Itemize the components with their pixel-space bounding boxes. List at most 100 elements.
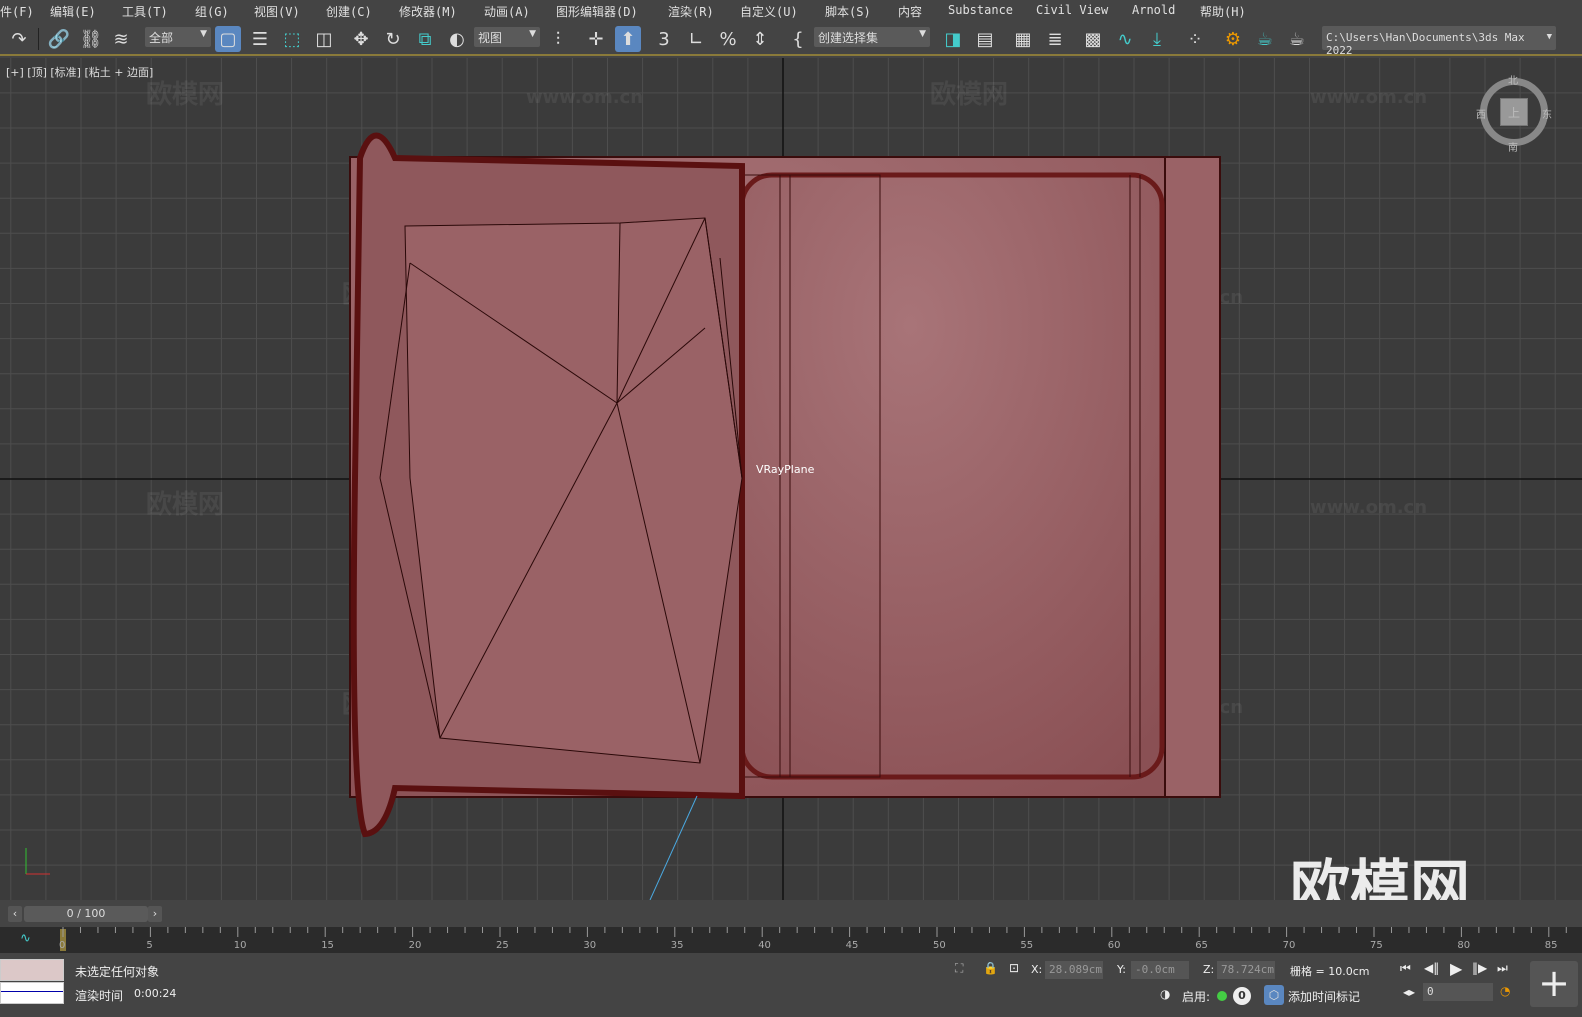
watermark-logo: 欧模网 — [1290, 854, 1470, 900]
viewcube-north[interactable]: 北 — [1508, 72, 1518, 87]
next-frame-icon[interactable]: ‖▶ — [1472, 961, 1487, 975]
grid-size: 栅格 = 10.0cm — [1290, 965, 1370, 978]
scale-icon[interactable]: ⧉ — [412, 26, 438, 52]
unlink-icon[interactable]: ⛓ — [78, 26, 104, 52]
lock-icon[interactable]: 🔒 — [983, 961, 998, 975]
menu-item[interactable]: 自定义(U) — [740, 3, 798, 20]
menu-item[interactable]: 渲染(R) — [668, 3, 714, 20]
menu-bar: 件(F) 编辑(E) 工具(T) 组(G) 视图(V) 创建(C) 修改器(M) 动画(A) 图… — [0, 0, 1582, 22]
curve-editor-icon[interactable]: ∿ — [1112, 26, 1138, 52]
select-by-name-icon[interactable]: ☰ — [247, 26, 273, 52]
maxscript-listener-white[interactable] — [0, 982, 64, 1004]
maxscript-listener-pink[interactable] — [0, 959, 64, 981]
angle-snap-icon[interactable]: ∟ — [683, 26, 709, 52]
dope-sheet-icon[interactable]: ⤓ — [1144, 26, 1170, 52]
absolute-mode-icon[interactable]: ⊡ — [1009, 961, 1019, 975]
menu-item[interactable]: Substance — [948, 3, 1013, 17]
viewport-label[interactable]: [+] [顶] [标准] [粘土 + 边面] — [6, 64, 153, 80]
timeline-tick-label: 55 — [1020, 940, 1033, 951]
keyboard-shortcut-override-icon[interactable]: ⬆ — [615, 26, 641, 52]
menu-item[interactable]: 编辑(E) — [50, 3, 96, 20]
edit-named-selection-icon[interactable]: { — [785, 26, 811, 52]
toggle-ribbon-icon[interactable]: ▩ — [1080, 26, 1106, 52]
render-setup-icon[interactable]: ⚙ — [1220, 26, 1246, 52]
go-to-start-icon[interactable]: ⏮ — [1400, 961, 1411, 976]
z-label: Z: — [1203, 963, 1215, 976]
scene-explorer-icon[interactable]: ▦ — [1010, 26, 1036, 52]
named-selection-value: 创建选择集 — [818, 31, 879, 45]
selection-filter-dropdown[interactable]: 全部 ▼ — [145, 27, 211, 47]
enable-count[interactable]: 0 — [1233, 987, 1251, 1005]
align-icon[interactable]: ▤ — [972, 26, 998, 52]
project-path-dropdown[interactable]: C:\Users\Han\Documents\3ds Max 2022 ▼ — [1322, 26, 1556, 57]
previous-frame-icon[interactable]: ◀‖ — [1424, 961, 1439, 975]
separator — [38, 28, 39, 50]
timeline-tick-label: 50 — [933, 940, 946, 951]
mirror-icon[interactable]: ◨ — [940, 26, 966, 52]
layer-explorer-icon[interactable]: ≣ — [1042, 26, 1068, 52]
viewcube[interactable]: 上 — [1480, 78, 1548, 146]
placement-icon[interactable]: ◐ — [444, 26, 470, 52]
rendered-frame-window-icon[interactable]: ☕ — [1252, 26, 1278, 52]
percent-snap-icon[interactable]: % — [715, 26, 741, 52]
rotate-icon[interactable]: ↻ — [380, 26, 406, 52]
y-coordinate-field[interactable]: -0.0cm — [1131, 961, 1189, 979]
link-icon[interactable]: 🔗 — [46, 26, 72, 52]
menu-item[interactable]: 工具(T) — [122, 3, 168, 20]
timeline-track[interactable]: ∿ 0 5 10 15 20 25 30 35 40 45 50 55 60 65 70 75 80 85 — [0, 927, 1582, 953]
z-coordinate-field[interactable]: 78.724cm — [1217, 961, 1275, 979]
pivot-center-icon[interactable]: ⫶ — [545, 26, 571, 52]
menu-item[interactable]: 帮助(H) — [1200, 3, 1246, 20]
menu-item[interactable]: 脚本(S) — [825, 3, 871, 20]
named-selection-dropdown[interactable]: 创建选择集 ▼ — [814, 27, 930, 47]
window-crossing-icon[interactable]: ◫ — [311, 26, 337, 52]
bind-space-warp-icon[interactable]: ≋ — [108, 26, 134, 52]
select-object-icon[interactable]: ▢ — [215, 26, 241, 52]
timeline-tick-label: 85 — [1545, 940, 1558, 951]
menu-item[interactable]: 件(F) — [0, 3, 34, 20]
menu-item[interactable]: 创建(C) — [326, 3, 372, 20]
viewcube-west[interactable]: 西 — [1476, 106, 1486, 121]
adaptive-degradation-icon[interactable]: ◑ — [1160, 987, 1170, 1001]
play-icon[interactable]: ▶ — [1450, 959, 1462, 978]
isolate-selection-icon[interactable]: ⛶ — [955, 961, 963, 976]
go-to-end-icon[interactable]: ⏭ — [1497, 961, 1508, 976]
render-production-icon[interactable]: ☕ — [1284, 26, 1310, 52]
menu-item[interactable]: 修改器(M) — [399, 3, 457, 20]
status-green-dot-icon — [1217, 991, 1227, 1001]
rectangular-selection-icon[interactable]: ⬚ — [279, 26, 305, 52]
add-time-tag[interactable]: 添加时间标记 — [1288, 988, 1360, 1005]
menu-item[interactable]: 组(G) — [195, 3, 229, 20]
redo-icon[interactable]: ↷ — [6, 26, 32, 52]
menu-item[interactable]: Arnold — [1132, 3, 1175, 17]
menu-item[interactable]: Civil View — [1036, 3, 1108, 17]
set-key-button[interactable]: + — [1530, 961, 1578, 1007]
viewport-canvas: 欧模网www.om.cn欧模网www.om.cn欧模网www.om.cn欧模网w… — [0, 58, 1582, 900]
key-mode-icon[interactable]: ◂▸ — [1403, 985, 1415, 999]
timeline-tick-label: 45 — [846, 940, 859, 951]
menu-item[interactable]: 图形编辑器(D) — [556, 3, 638, 20]
time-configuration-icon[interactable]: ◔ — [1500, 984, 1510, 998]
x-label: X: — [1031, 963, 1043, 976]
top-viewport[interactable]: 欧模网www.om.cn欧模网www.om.cn欧模网www.om.cn欧模网w… — [0, 58, 1582, 900]
menu-item[interactable]: 视图(V) — [254, 3, 300, 20]
spinner-snap-icon[interactable]: ⇕ — [747, 26, 773, 52]
time-slider[interactable]: 0 / 100 — [24, 906, 148, 922]
blanket-top — [404, 217, 743, 764]
viewcube-east[interactable]: 东 — [1542, 106, 1552, 121]
viewcube-face-top[interactable]: 上 — [1500, 98, 1528, 126]
current-frame-field[interactable]: 0 — [1423, 983, 1493, 1001]
viewcube-south[interactable]: 南 — [1508, 139, 1518, 154]
schematic-view-icon[interactable]: ⁘ — [1182, 26, 1208, 52]
vray-plane-line — [649, 795, 698, 900]
menu-item[interactable]: 内容 — [898, 3, 922, 20]
menu-item[interactable]: 动画(A) — [484, 3, 530, 20]
snap-toggle-icon[interactable]: 3 — [651, 26, 677, 52]
reference-coord-dropdown[interactable]: 视图 ▼ — [474, 27, 540, 47]
time-tag-icon[interactable]: ⬡ — [1264, 985, 1284, 1005]
x-coordinate-field[interactable]: 28.089cm — [1045, 961, 1103, 979]
select-manipulate-icon[interactable]: ✛ — [583, 26, 609, 52]
move-icon[interactable]: ✥ — [348, 26, 374, 52]
prev-frame-button[interactable]: ‹ — [8, 906, 22, 922]
next-frame-button[interactable]: › — [148, 906, 162, 922]
